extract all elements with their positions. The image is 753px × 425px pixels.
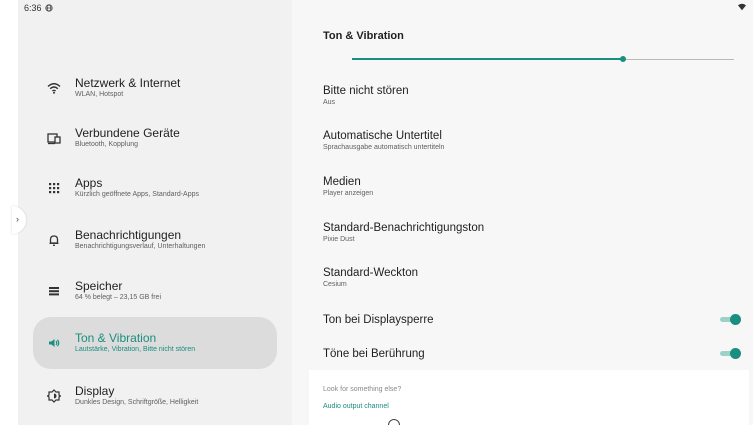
setting-subtitle: Aus xyxy=(323,99,336,106)
sidebar-item-title: Verbundene Geräte xyxy=(75,126,180,140)
setting-title: Ton bei Displaysperre xyxy=(323,314,434,326)
status-time: 6:36 xyxy=(24,3,42,13)
sidebar-item-devices[interactable]: Verbundene Geräte Bluetooth, Kopplung xyxy=(33,114,277,162)
wifi-status-icon xyxy=(738,3,746,11)
sidebar-item-title: Speicher xyxy=(75,279,123,293)
sidebar-item-title: Apps xyxy=(75,176,103,190)
setting-title: Standard-Benachrichtigungston xyxy=(323,222,485,234)
setting-title: Medien xyxy=(323,176,361,188)
screen-lock-sound-toggle[interactable] xyxy=(720,314,741,325)
setting-alarm-sound[interactable]: Standard-Weckton Cesium xyxy=(323,266,418,290)
sidebar-item-storage[interactable]: Speicher 64 % belegt – 23,15 GB frei xyxy=(33,267,277,315)
sidebar-item-subtitle: Dunkles Design, Schriftgröße, Helligkeit xyxy=(75,399,199,406)
sidebar-item-apps[interactable]: Apps Kürzlich geöffnete Apps, Standard-A… xyxy=(33,164,277,212)
sidebar-item-title: Benachrichtigungen xyxy=(75,228,182,242)
setting-do-not-disturb[interactable]: Bitte nicht stören Aus xyxy=(323,84,409,108)
sidebar-item-subtitle: Lautstärke, Vibration, Bitte nicht störe… xyxy=(75,346,196,353)
sidebar-item-notifications[interactable]: Benachrichtigungen Benachrichtigungsverl… xyxy=(33,216,277,264)
setting-screen-lock-sound[interactable]: Ton bei Displaysperre xyxy=(323,313,434,327)
setting-title: Automatische Untertitel xyxy=(323,130,442,142)
wifi-icon xyxy=(47,81,61,95)
apps-grid-icon xyxy=(47,181,61,195)
globe-icon xyxy=(44,4,53,12)
scroll-progress-fill xyxy=(352,58,623,60)
sidebar-item-subtitle: 64 % belegt – 23,15 GB frei xyxy=(75,294,161,301)
sidebar-item-sound[interactable]: Ton & Vibration Lautstärke, Vibration, B… xyxy=(33,317,277,369)
setting-live-caption[interactable]: Automatische Untertitel Sprachausgabe au… xyxy=(323,129,444,153)
brightness-icon xyxy=(47,389,61,403)
setting-subtitle: Sprachausgabe automatisch untertiteln xyxy=(323,144,445,151)
sidebar-item-title: Netzwerk & Internet xyxy=(75,76,181,90)
setting-touch-sounds[interactable]: Töne bei Berührung xyxy=(323,347,425,361)
setting-subtitle: Pixie Dust xyxy=(323,236,355,243)
sidebar-item-title: Display xyxy=(75,384,115,398)
sidebar-item-subtitle: WLAN, Hotspot xyxy=(75,91,124,98)
sidebar-item-title: Ton & Vibration xyxy=(75,331,157,345)
sidebar-item-subtitle: Kürzlich geöffnete Apps, Standard-Apps xyxy=(75,191,200,198)
storage-icon xyxy=(47,284,61,298)
suggestions-card xyxy=(309,370,749,425)
suggestion-link-audio-output[interactable]: Audio output channel xyxy=(323,403,389,410)
touch-sounds-toggle[interactable] xyxy=(720,348,741,359)
sidebar-item-subtitle: Bluetooth, Kopplung xyxy=(75,141,139,148)
setting-title: Bitte nicht stören xyxy=(323,85,409,97)
scroll-progress-dot xyxy=(620,56,626,62)
setting-subtitle: Cesium xyxy=(323,281,347,288)
setting-media[interactable]: Medien Player anzeigen xyxy=(323,175,373,199)
bell-icon xyxy=(47,233,61,247)
volume-icon xyxy=(47,336,61,350)
setting-title: Töne bei Berührung xyxy=(323,348,425,360)
sidebar-item-subtitle: Benachrichtigungsverlauf, Unterhaltungen xyxy=(75,243,206,250)
sidebar-item-network[interactable]: Netzwerk & Internet WLAN, Hotspot xyxy=(33,64,277,112)
devices-icon xyxy=(47,131,61,145)
setting-subtitle: Player anzeigen xyxy=(323,190,374,197)
suggestions-label: Look for something else? xyxy=(323,386,402,393)
status-bar: 6:36 xyxy=(24,3,53,13)
content-panel xyxy=(292,0,753,425)
feedback-icon[interactable] xyxy=(388,419,400,425)
setting-title: Standard-Weckton xyxy=(323,267,419,279)
setting-notification-sound[interactable]: Standard-Benachrichtigungston Pixie Dust xyxy=(323,221,484,245)
sidebar-item-display[interactable]: Display Dunkles Design, Schriftgröße, He… xyxy=(33,372,277,420)
page-title: Ton & Vibration xyxy=(323,30,404,42)
